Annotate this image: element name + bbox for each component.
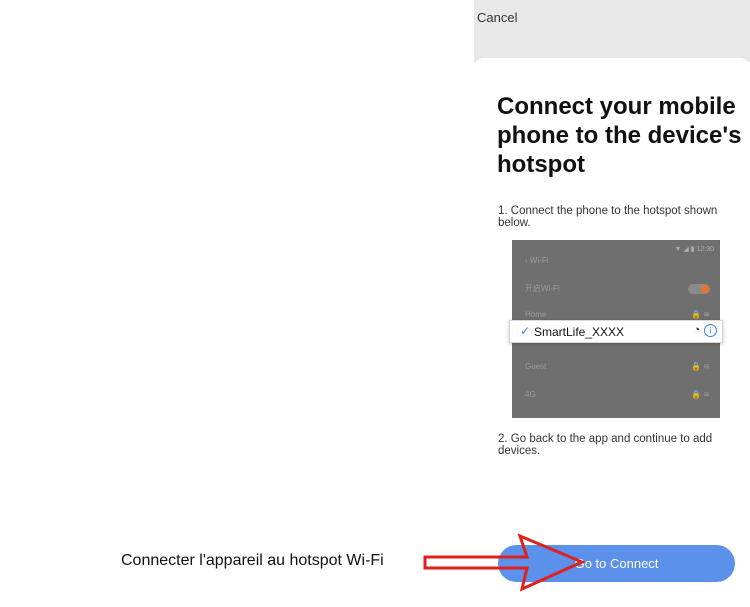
annotation-arrow-icon bbox=[423, 533, 586, 592]
